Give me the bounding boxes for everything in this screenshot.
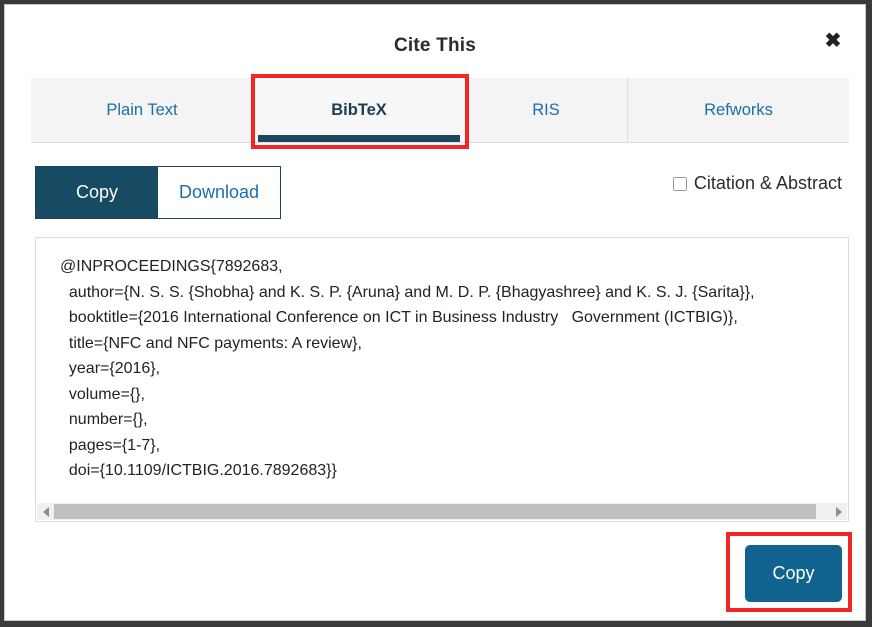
action-row: Copy Download Citation & Abstract <box>5 163 865 223</box>
scrollbar-thumb[interactable] <box>54 504 817 519</box>
tab-ris[interactable]: RIS <box>465 78 627 142</box>
copy-button[interactable]: Copy <box>745 545 842 602</box>
modal-header: Cite This ✖ <box>5 5 865 74</box>
citation-content: @INPROCEEDINGS{7892683, author={N. S. S.… <box>60 258 755 479</box>
chevron-left-glyph <box>42 506 49 517</box>
horizontal-scrollbar[interactable] <box>37 503 847 520</box>
tab-refworks[interactable]: Refworks <box>627 78 849 142</box>
copy-mode-button[interactable]: Copy <box>36 167 158 218</box>
tab-bibtex[interactable]: BibTeX <box>253 78 465 142</box>
scrollbar-track[interactable] <box>54 503 830 520</box>
tab-label: RIS <box>532 100 560 119</box>
copy-mode-label: Copy <box>75 182 119 202</box>
tab-label: Plain Text <box>106 100 178 119</box>
citation-abstract-checkbox[interactable] <box>672 176 687 191</box>
tab-label: Refworks <box>704 100 773 119</box>
chevron-right-glyph <box>835 506 842 517</box>
tab-label: BibTeX <box>331 100 387 119</box>
citation-abstract-toggle[interactable]: Citation & Abstract <box>672 173 842 194</box>
close-icon[interactable]: ✖ <box>822 30 844 52</box>
copy-download-segmented-control: Copy Download <box>35 166 281 219</box>
citation-text-area[interactable]: @INPROCEEDINGS{7892683, author={N. S. S.… <box>35 237 849 522</box>
download-label: Download <box>178 182 260 202</box>
page-title: Cite This <box>393 35 477 56</box>
citation-format-tabs: Plain Text BibTeX RIS Refworks <box>31 78 849 143</box>
download-button[interactable]: Download <box>158 167 280 218</box>
chevron-right-icon[interactable] <box>830 503 847 520</box>
cite-this-modal: Cite This ✖ Plain Text BibTeX RIS Refwor… <box>4 4 866 621</box>
chevron-left-icon[interactable] <box>37 503 54 520</box>
tab-plain-text[interactable]: Plain Text <box>31 78 253 142</box>
citation-abstract-label: Citation & Abstract <box>693 173 842 193</box>
